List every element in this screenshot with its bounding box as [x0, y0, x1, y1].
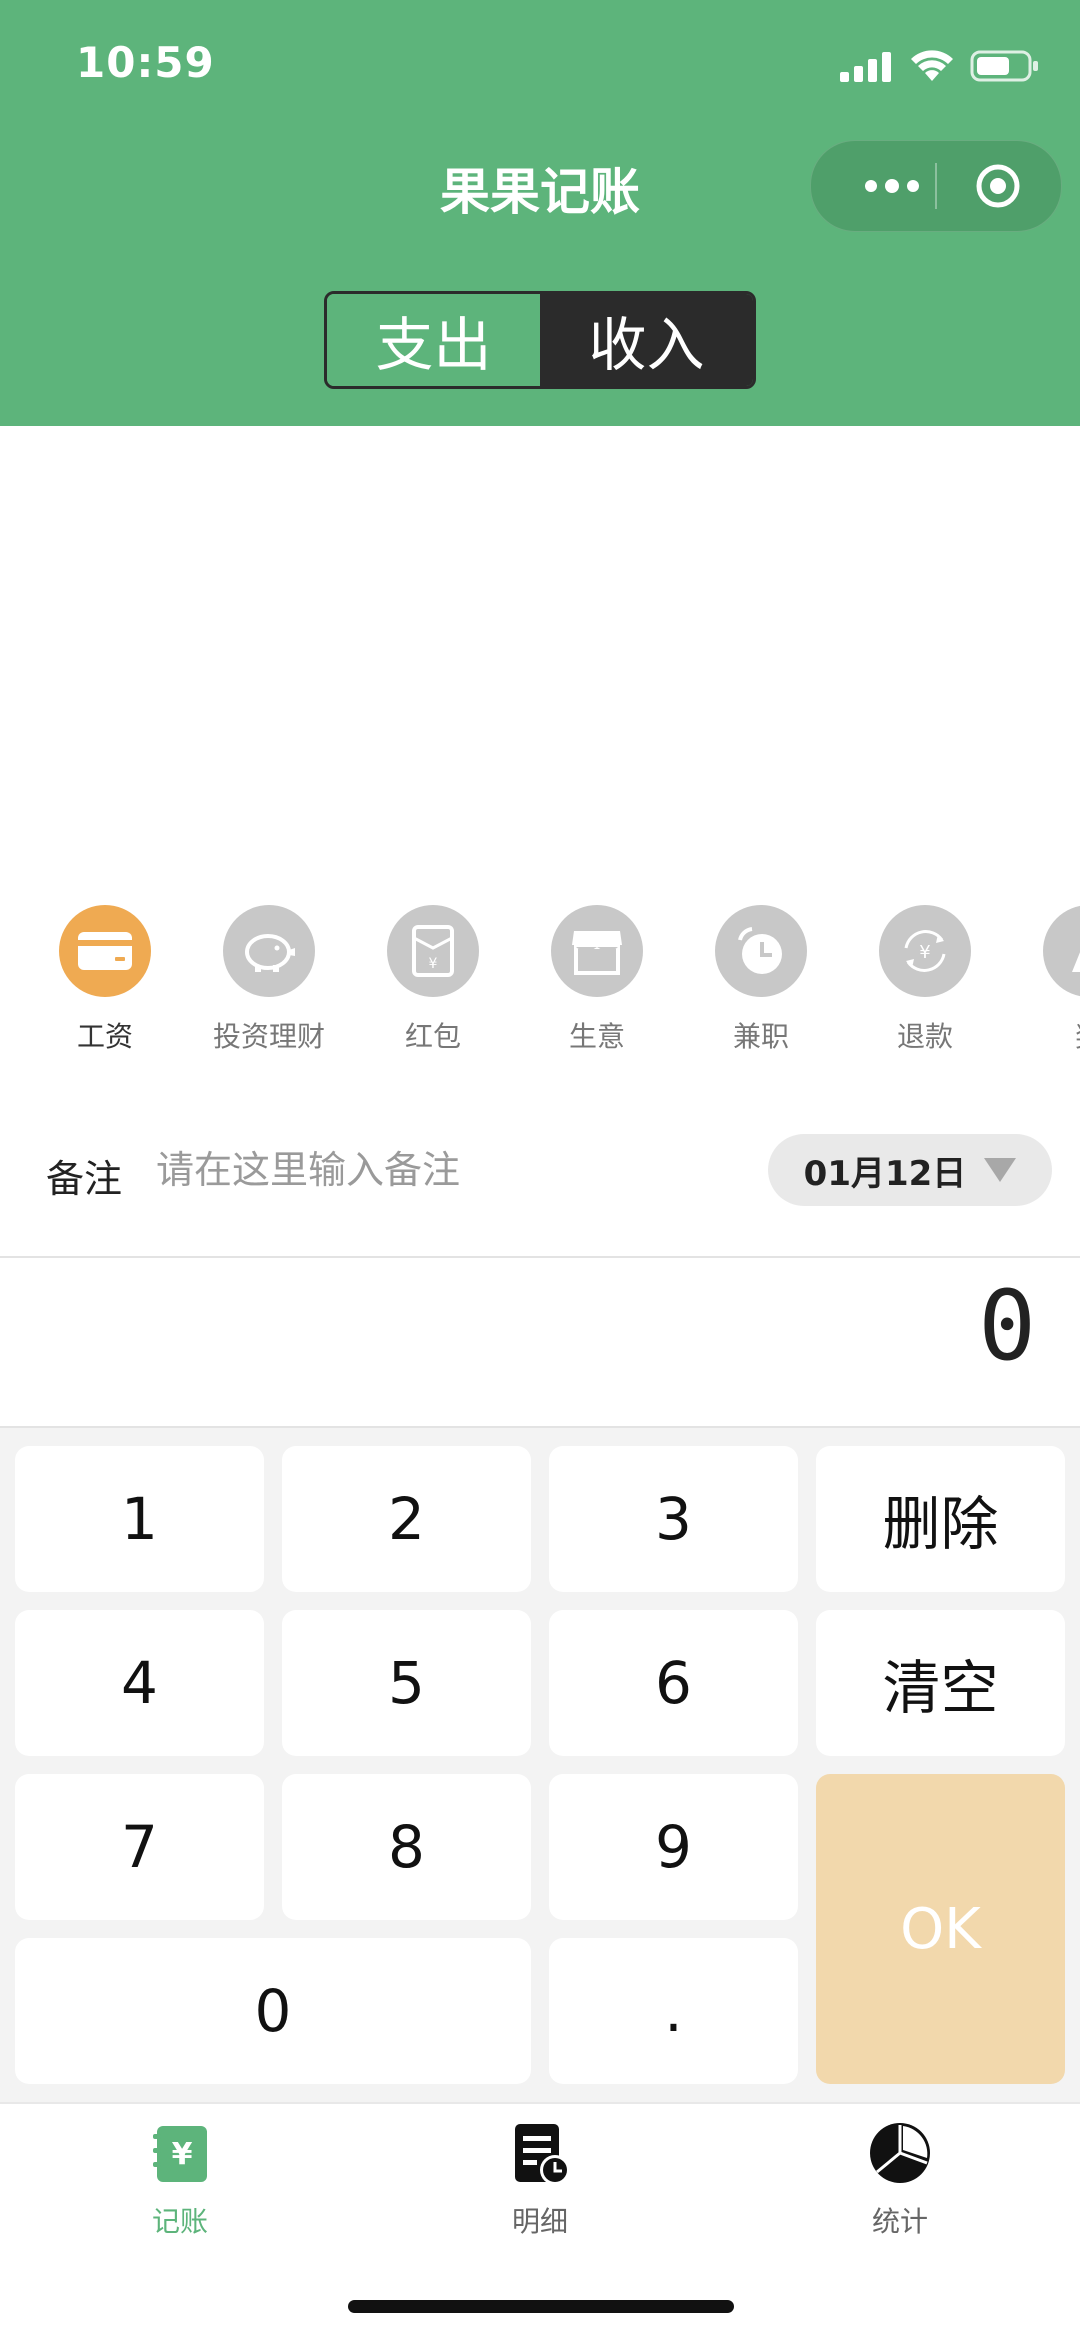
battery-icon [970, 50, 1038, 82]
key-6[interactable]: 6 [549, 1610, 798, 1756]
pie-chart-icon [870, 2123, 930, 2183]
clock-icon [715, 905, 807, 997]
category-label: 退款 [896, 1020, 953, 1053]
category-list: 工资 投资理财 ¥ 红包 生意 兼职 ¥ 退款 奖 [0, 905, 1080, 1065]
shop-icon [551, 905, 643, 997]
category-label: 兼职 [732, 1020, 789, 1053]
category-label: 投资理财 [212, 1020, 325, 1053]
status-time: 10:59 [76, 38, 215, 87]
key-7[interactable]: 7 [15, 1774, 264, 1920]
key-4[interactable]: 4 [15, 1610, 264, 1756]
amount-display [0, 1256, 1080, 1428]
category-item-salary[interactable]: 工资 [23, 905, 187, 1055]
svg-text:¥: ¥ [172, 2137, 193, 2172]
tab-ledger[interactable]: ¥ 记账 [80, 2118, 280, 2240]
category-item-business[interactable]: 生意 [515, 905, 679, 1055]
category-item-red-envelope[interactable]: ¥ 红包 [351, 905, 515, 1055]
signal-icon [840, 52, 891, 82]
key-dot[interactable]: . [549, 1938, 798, 2084]
key-5[interactable]: 5 [282, 1610, 531, 1756]
remark-input[interactable] [156, 1142, 716, 1198]
date-text: 01月12日 [803, 1153, 967, 1194]
tab-income[interactable]: 收入 [540, 294, 753, 386]
category-label: 生意 [568, 1020, 625, 1053]
piggy-bank-icon [223, 905, 315, 997]
delete-button[interactable]: 删除 [816, 1446, 1065, 1592]
category-label: 奖 [1007, 1015, 1080, 1055]
tab-label: 统计 [871, 2205, 928, 2238]
category-label: 工资 [76, 1020, 133, 1053]
tab-details[interactable]: 明细 [440, 2118, 640, 2240]
red-envelope-icon: ¥ [387, 905, 479, 997]
category-item-refund[interactable]: ¥ 退款 [843, 905, 1007, 1055]
capsule-divider [935, 163, 937, 209]
refund-icon: ¥ [879, 905, 971, 997]
ledger-icon: ¥ [153, 2126, 207, 2182]
tab-expense[interactable]: 支出 [327, 294, 540, 386]
key-1[interactable]: 1 [15, 1446, 264, 1592]
category-label: 红包 [404, 1020, 461, 1053]
type-switch: 支出 收入 [324, 291, 756, 389]
tab-label: 记账 [151, 2205, 208, 2238]
home-indicator [348, 2300, 734, 2313]
status-icons [840, 48, 1040, 84]
key-2[interactable]: 2 [282, 1446, 531, 1592]
wifi-icon [911, 50, 953, 81]
date-picker[interactable]: 01月12日 [768, 1134, 1052, 1206]
key-3[interactable]: 3 [549, 1446, 798, 1592]
keypad: 1 2 3 删除 4 5 6 清空 7 8 9 OK 0 . [0, 1428, 1080, 2102]
key-0[interactable]: 0 [15, 1938, 531, 2084]
category-item-part-time[interactable]: 兼职 [679, 905, 843, 1055]
ok-button[interactable]: OK [816, 1774, 1065, 2084]
reward-icon [1043, 905, 1080, 997]
triangle-down-icon [984, 1158, 1017, 1182]
tab-label: 明细 [511, 2205, 568, 2238]
more-icon[interactable] [847, 168, 937, 204]
svg-text:¥: ¥ [919, 942, 930, 963]
details-icon [515, 2124, 570, 2185]
amount-value: 0 [978, 1270, 1036, 1382]
category-item-investment[interactable]: 投资理财 [187, 905, 351, 1055]
mini-program-capsule [810, 140, 1062, 232]
tab-statistics[interactable]: 统计 [800, 2118, 1000, 2240]
close-target-icon[interactable] [975, 163, 1021, 209]
category-item-reward[interactable]: 奖 [1007, 905, 1080, 1055]
key-8[interactable]: 8 [282, 1774, 531, 1920]
key-9[interactable]: 9 [549, 1774, 798, 1920]
clear-button[interactable]: 清空 [816, 1610, 1065, 1756]
remark-label: 备注 [46, 1157, 123, 1201]
card-icon [59, 905, 151, 997]
svg-text:¥: ¥ [429, 956, 438, 972]
